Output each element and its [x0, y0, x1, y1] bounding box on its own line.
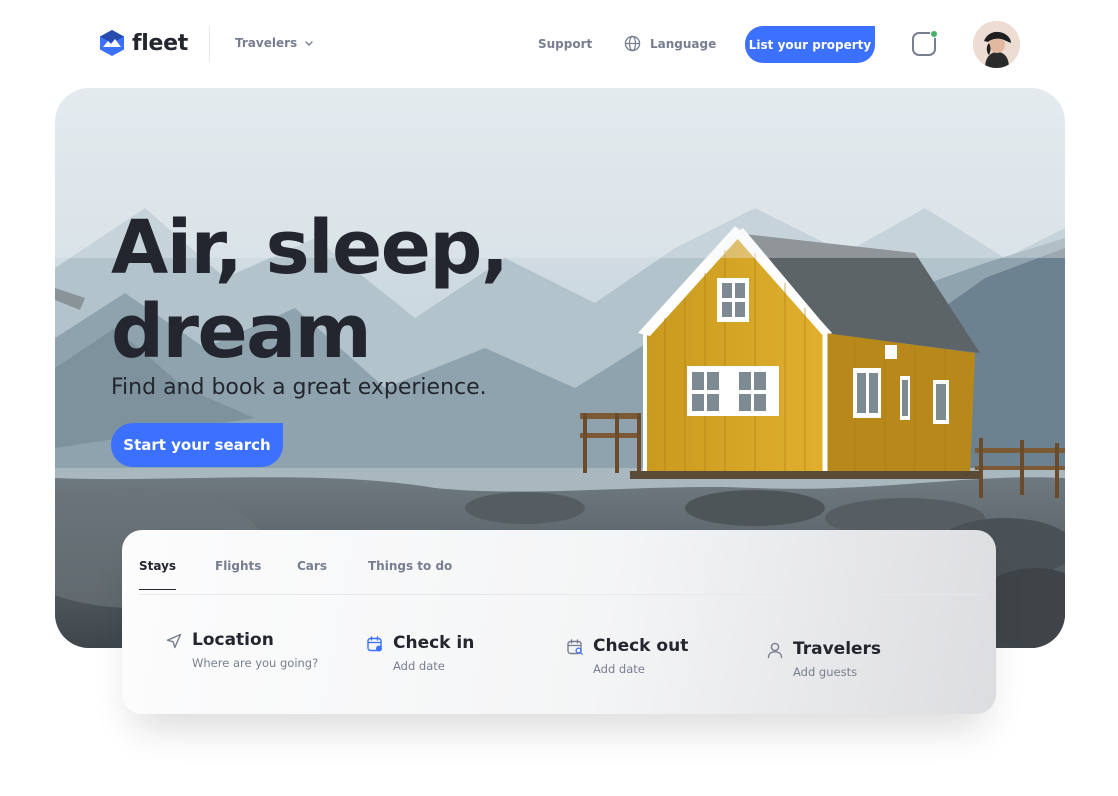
start-search-button[interactable]: Start your search [111, 423, 283, 467]
globe-icon [624, 35, 641, 52]
travelers-dropdown-label: Travelers [235, 36, 298, 50]
brand-name: fleet [132, 30, 188, 56]
language-selector[interactable]: Language [624, 35, 716, 52]
notification-dot [930, 30, 938, 38]
check-in-label: Check in [393, 633, 475, 653]
hero-title: Air, sleep, dream [111, 205, 509, 375]
check-out-label: Check out [593, 636, 689, 656]
travelers-label: Travelers [793, 639, 882, 659]
search-panel: Stays Flights Cars Things to do Location… [122, 530, 996, 714]
search-tabs: Stays Flights Cars Things to do [139, 559, 979, 595]
hero-subtitle: Find and book a great experience. [111, 375, 487, 400]
check-out-hint: Add date [593, 662, 645, 676]
check-in-hint: Add date [393, 659, 445, 673]
brand-logo[interactable]: fleet [99, 29, 188, 57]
travelers-dropdown[interactable]: Travelers [235, 36, 313, 50]
header-divider [209, 26, 210, 62]
travelers-field[interactable]: Travelers Add guests [766, 639, 946, 683]
check-out-field[interactable]: Check out Add date [566, 636, 746, 680]
user-icon [767, 642, 783, 659]
tab-things-to-do[interactable]: Things to do [368, 559, 452, 589]
list-property-button[interactable]: List your property [745, 26, 875, 63]
language-label: Language [650, 36, 717, 51]
tab-flights[interactable]: Flights [215, 559, 261, 589]
avatar-image [973, 21, 1020, 68]
support-link[interactable]: Support [538, 37, 592, 51]
calendar-icon [367, 636, 382, 652]
location-hint: Where are you going? [192, 656, 319, 670]
logo-icon [100, 30, 124, 56]
calendar-search-icon [567, 639, 583, 655]
location-field[interactable]: Location Where are you going? [165, 630, 355, 674]
check-in-field[interactable]: Check in Add date [366, 633, 546, 677]
tab-cars[interactable]: Cars [297, 559, 327, 589]
top-navigation: fleet Travelers Support Language List yo… [0, 0, 1118, 88]
chevron-down-icon [305, 40, 313, 46]
location-label: Location [192, 630, 274, 650]
location-icon [166, 633, 182, 649]
travelers-hint: Add guests [793, 665, 858, 679]
notification-icon[interactable] [912, 30, 938, 56]
tab-stays[interactable]: Stays [139, 559, 177, 590]
user-avatar[interactable] [973, 21, 1020, 68]
